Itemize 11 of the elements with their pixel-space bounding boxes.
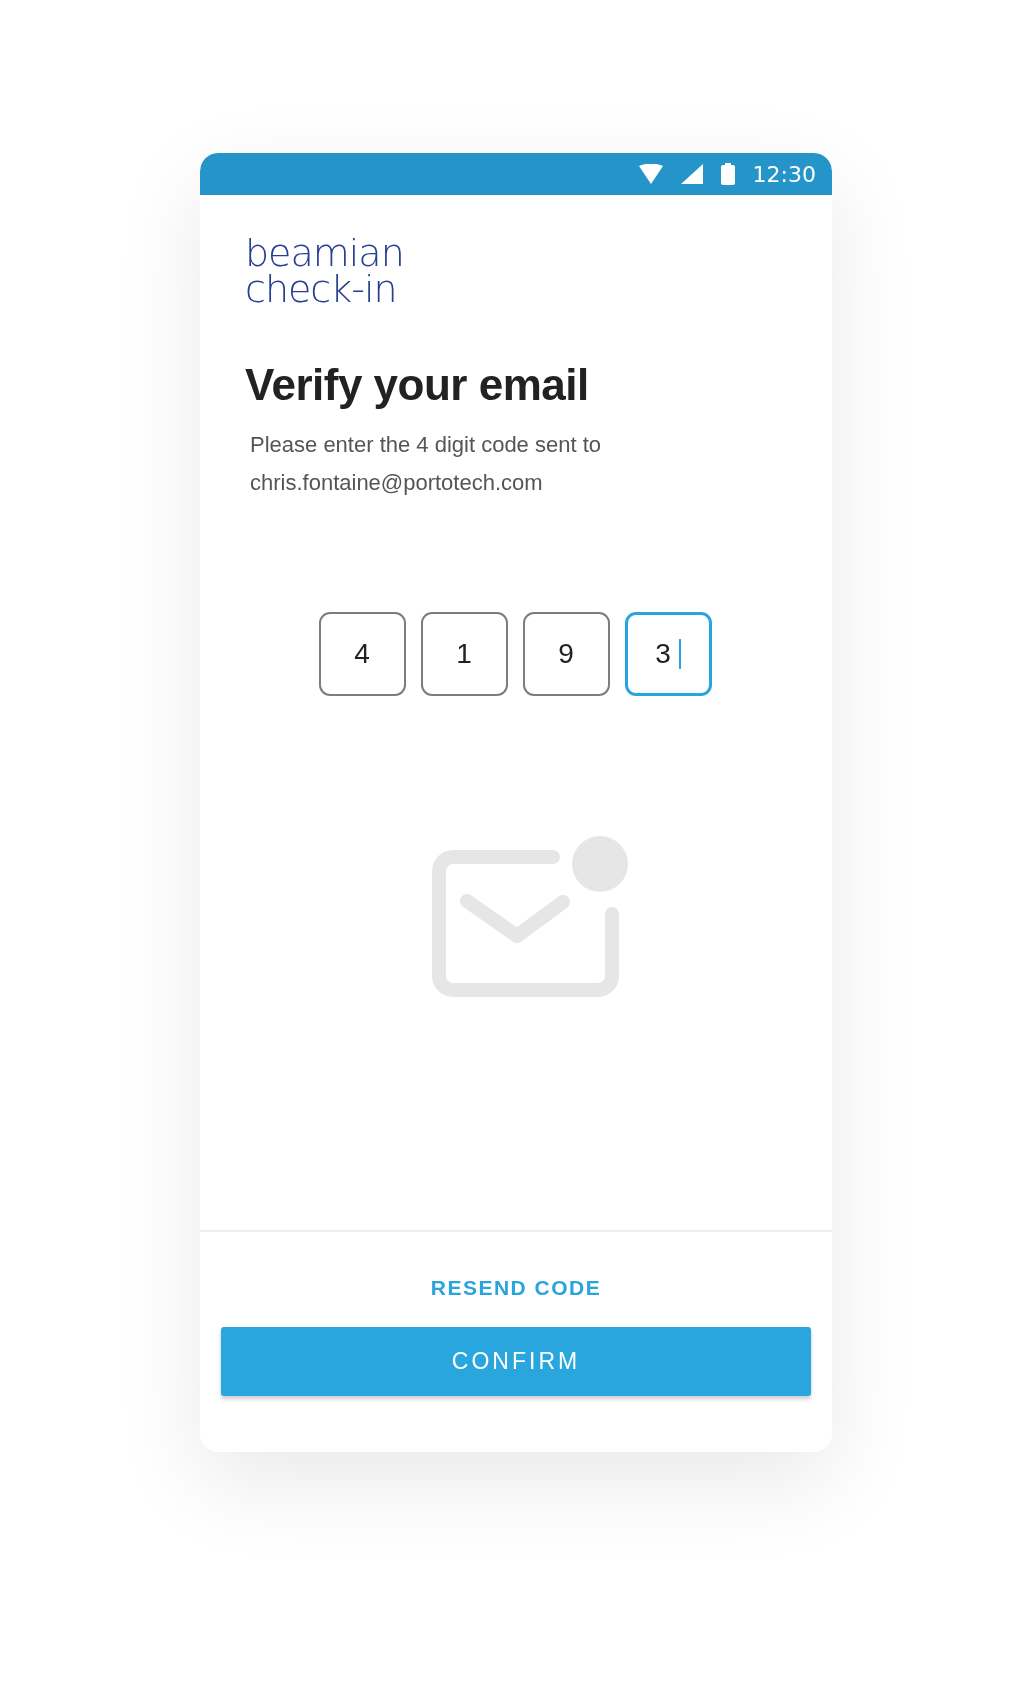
- wifi-icon: [638, 164, 663, 184]
- signal-icon: [680, 164, 703, 184]
- instruction-text: Please enter the 4 digit code sent to chris.fontaine@portotech.com: [250, 430, 601, 497]
- page-title: Verify your email: [245, 359, 589, 411]
- code-digit-field[interactable]: 3: [624, 611, 712, 696]
- app-logo: beamian check-in: [245, 235, 404, 307]
- code-digit-field[interactable]: 9: [522, 611, 610, 696]
- clock-time: 12:30: [752, 160, 816, 189]
- code-digit-field[interactable]: 4: [318, 611, 406, 696]
- code-digit-field[interactable]: 1: [420, 611, 508, 696]
- battery-icon: [720, 163, 735, 185]
